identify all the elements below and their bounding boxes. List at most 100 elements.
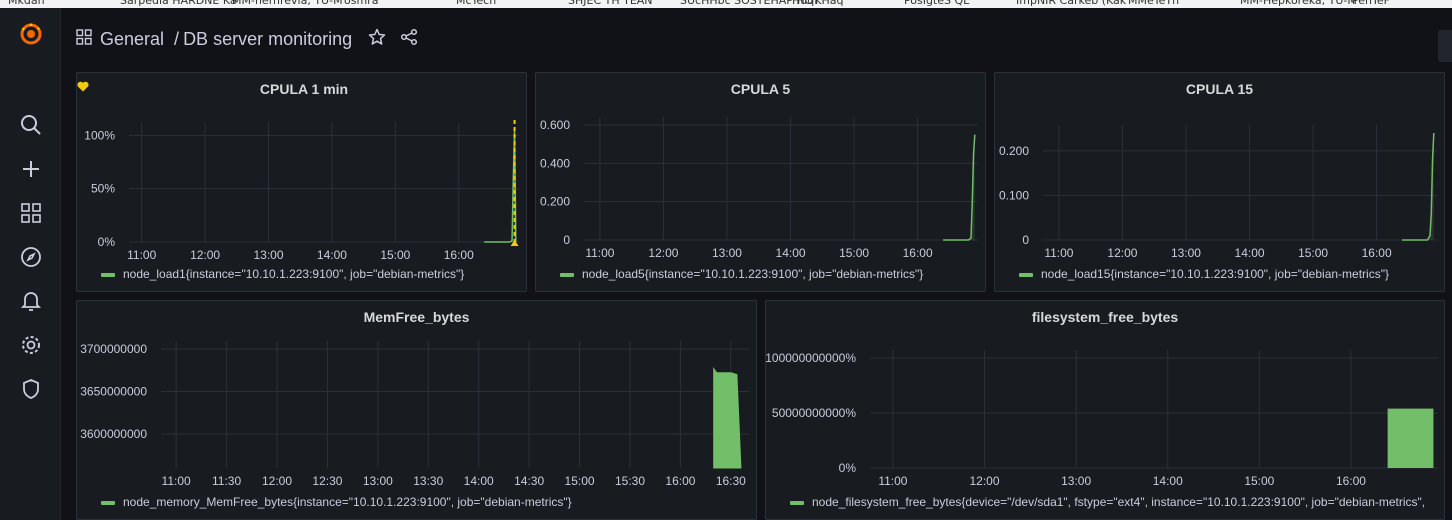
star-icon[interactable] bbox=[368, 28, 386, 51]
x-tick-label: 12:30 bbox=[312, 474, 342, 488]
bookmark-item[interactable]: PosIgteS QL bbox=[904, 0, 969, 7]
y-tick-label: 0 bbox=[563, 233, 570, 247]
bookmark-item[interactable]: MM-nerhrevia, TU-M bbox=[232, 0, 343, 7]
x-tick-label: 13:30 bbox=[413, 474, 443, 488]
graph-canvas[interactable]: 3600000000 3650000000 3700000000 11:00 11:30… bbox=[77, 301, 756, 519]
y-tick-label: 0.100 bbox=[999, 188, 1029, 202]
bookmark-item[interactable]: MMeTeTn bbox=[1128, 0, 1179, 7]
legend-item[interactable]: node_memory_MemFree_bytes{instance="10.1… bbox=[101, 495, 572, 509]
graph-canvas[interactable]: 0% 50% 100% 11:00 12:00 13:00 14:00 15:00 16:00 bbox=[77, 73, 526, 291]
x-tick-label: 16:00 bbox=[444, 248, 474, 262]
y-tick-label: 0 bbox=[1022, 233, 1029, 247]
legend-item[interactable]: node_filesystem_free_bytes{device="/dev/… bbox=[790, 495, 1425, 509]
plus-icon[interactable] bbox=[18, 156, 44, 182]
bookmark-item[interactable]: McTech bbox=[456, 0, 496, 7]
x-tick-label: 15:00 bbox=[1298, 246, 1328, 260]
x-tick-label: 14:00 bbox=[1153, 474, 1183, 488]
x-tick-label: 13:00 bbox=[1061, 474, 1091, 488]
bookmark-item[interactable]: SHJEC TH YEAN bbox=[568, 0, 653, 7]
configuration-gear-icon[interactable] bbox=[18, 332, 44, 358]
series-line bbox=[943, 134, 976, 241]
legend-label: node_memory_MemFree_bytes{instance="10.1… bbox=[123, 495, 572, 509]
panel-memfree-bytes[interactable]: MemFree_bytes 3600000000 3650000000 370000… bbox=[76, 300, 757, 520]
bookmark-item[interactable]: MM-Hepkoreka, TU-M bbox=[1240, 0, 1357, 7]
y-tick-label: 0.400 bbox=[540, 156, 570, 170]
panel-filesystem-free-bytes[interactable]: filesystem_free_bytes 0% 50000000000% 1000… bbox=[765, 300, 1445, 520]
legend-swatch bbox=[101, 272, 115, 277]
bookmark-item[interactable]: ImpNIR Carkeb (Kak bbox=[1016, 0, 1126, 7]
bookmark-item[interactable]: HuqKHaq bbox=[792, 0, 843, 7]
bookmark-item[interactable]: Sarpedia HARDNE Ka bbox=[120, 0, 237, 7]
x-tick-label: 13:00 bbox=[363, 474, 393, 488]
y-tick-label: 0% bbox=[98, 235, 116, 249]
grafana-logo-icon[interactable] bbox=[18, 20, 44, 46]
bookmark-item[interactable]: Mkdan bbox=[8, 0, 45, 7]
x-tick-label: 12:00 bbox=[262, 474, 292, 488]
x-tick-label: 12:00 bbox=[1107, 246, 1137, 260]
x-tick-label: 16:00 bbox=[1362, 246, 1392, 260]
y-tick-label: 0.200 bbox=[999, 144, 1029, 158]
x-tick-label: 12:00 bbox=[648, 246, 678, 260]
series-line bbox=[484, 129, 517, 243]
y-tick-label: 0.200 bbox=[540, 195, 570, 209]
x-tick-label: 11:00 bbox=[878, 474, 907, 488]
graph-canvas[interactable]: 0% 50000000000% 100000000000% 11:00 12:00 13:… bbox=[766, 301, 1444, 519]
x-tick-label: 11:00 bbox=[162, 474, 191, 488]
x-tick-label: 14:00 bbox=[1235, 246, 1265, 260]
y-tick-label: 0.600 bbox=[540, 118, 570, 132]
y-tick-label: 100000000000% bbox=[766, 351, 856, 365]
graph-canvas[interactable]: 0 0.100 0.200 11:00 12:00 13:00 14:00 15:00 16:0… bbox=[995, 73, 1444, 291]
legend-label: node_load15{instance="10.10.1.223:9100",… bbox=[1041, 267, 1389, 281]
share-icon[interactable] bbox=[400, 28, 418, 51]
series-bar bbox=[1387, 408, 1434, 468]
bookmark-item[interactable]: osmra bbox=[344, 0, 378, 7]
search-icon[interactable] bbox=[18, 112, 44, 138]
x-tick-label: 15:30 bbox=[615, 474, 645, 488]
series-area bbox=[713, 366, 742, 469]
x-tick-label: 11:00 bbox=[585, 246, 614, 260]
x-tick-label: 14:30 bbox=[514, 474, 544, 488]
dashboards-icon[interactable] bbox=[18, 200, 44, 226]
x-tick-label: 14:00 bbox=[776, 246, 806, 260]
legend-item[interactable]: node_load1{instance="10.10.1.223:9100", … bbox=[101, 267, 464, 281]
y-tick-label: 3600000000 bbox=[80, 427, 147, 441]
breadcrumb-separator: / bbox=[174, 29, 180, 49]
legend-swatch bbox=[790, 500, 804, 505]
legend-swatch bbox=[560, 272, 574, 277]
legend-swatch bbox=[101, 500, 115, 505]
alerting-bell-icon[interactable] bbox=[18, 288, 44, 314]
y-tick-label: 100% bbox=[84, 128, 115, 142]
side-menu bbox=[0, 8, 61, 520]
series-fill bbox=[1402, 133, 1434, 240]
x-tick-label: 14:00 bbox=[317, 248, 347, 262]
legend-item[interactable]: node_load15{instance="10.10.1.223:9100",… bbox=[1019, 267, 1389, 281]
x-tick-label: 12:00 bbox=[970, 474, 1000, 488]
server-admin-shield-icon[interactable] bbox=[18, 376, 44, 402]
legend-label: node_load1{instance="10.10.1.223:9100", … bbox=[123, 267, 465, 281]
breadcrumb: General / DB server monitoring bbox=[76, 28, 418, 51]
series-fill bbox=[484, 130, 516, 242]
x-tick-label: 11:00 bbox=[1044, 246, 1073, 260]
dashboard-title[interactable]: DB server monitoring bbox=[183, 29, 352, 50]
series-fill bbox=[943, 134, 975, 240]
x-tick-label: 11:30 bbox=[212, 474, 241, 488]
graph-canvas[interactable]: 0 0.200 0.400 0.600 11:00 12:00 13:00 14:00 15:0… bbox=[536, 73, 985, 291]
bookmark-item[interactable]: PenTeF bbox=[1352, 0, 1390, 7]
x-tick-label: 13:00 bbox=[712, 246, 742, 260]
x-tick-label: 12:00 bbox=[190, 248, 220, 262]
panel-cpu-load-1[interactable]: CPULA 1 min 0% 50% 100% 11:00 12:00 13:00 14:0… bbox=[76, 72, 527, 292]
legend-item[interactable]: node_load5{instance="10.10.1.223:9100", … bbox=[560, 267, 923, 281]
explore-compass-icon[interactable] bbox=[18, 244, 44, 270]
breadcrumb-folder-link[interactable]: General bbox=[100, 29, 164, 50]
y-tick-label: 0% bbox=[839, 461, 857, 475]
y-tick-label: 50000000000% bbox=[772, 406, 856, 420]
y-tick-label: 3700000000 bbox=[80, 342, 147, 356]
panel-options-button[interactable] bbox=[1438, 30, 1452, 62]
x-tick-label: 13:00 bbox=[253, 248, 283, 262]
panel-cpu-load-15[interactable]: CPULA 15 0 0.100 0.200 11:00 12:00 13:00 14:00… bbox=[994, 72, 1445, 292]
x-tick-label: 14:00 bbox=[464, 474, 494, 488]
series-line bbox=[1402, 132, 1435, 241]
panel-cpu-load-5[interactable]: CPULA 5 0 0.200 0.400 0.600 11:00 12:00 13:00 1… bbox=[535, 72, 986, 292]
legend-label: node_load5{instance="10.10.1.223:9100", … bbox=[582, 267, 924, 281]
x-tick-label: 16:30 bbox=[716, 474, 746, 488]
